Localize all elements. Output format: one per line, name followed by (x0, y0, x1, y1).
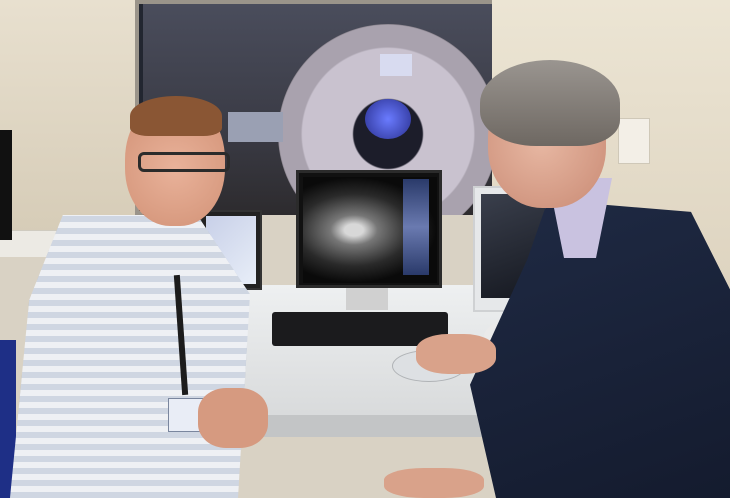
person-left-shirt (10, 215, 250, 498)
mri-display-panel (380, 54, 412, 76)
person-left-hair (130, 96, 222, 136)
photo-scene (0, 0, 730, 498)
person-right-hand-lower (384, 468, 484, 498)
room-light-panel (228, 112, 283, 142)
monitor-stand (346, 288, 388, 310)
glasses (138, 152, 230, 172)
wall-left (0, 0, 135, 235)
monitor-far-left (0, 130, 12, 240)
person-left-hands (198, 388, 268, 448)
monitor-main (296, 170, 442, 288)
mri-thumbnail-strip (403, 179, 429, 275)
person-right-hair (480, 60, 620, 146)
mri-bore-light (365, 99, 411, 139)
person-right-hand-mouse (416, 334, 496, 374)
wall-switch-plate (618, 118, 650, 164)
